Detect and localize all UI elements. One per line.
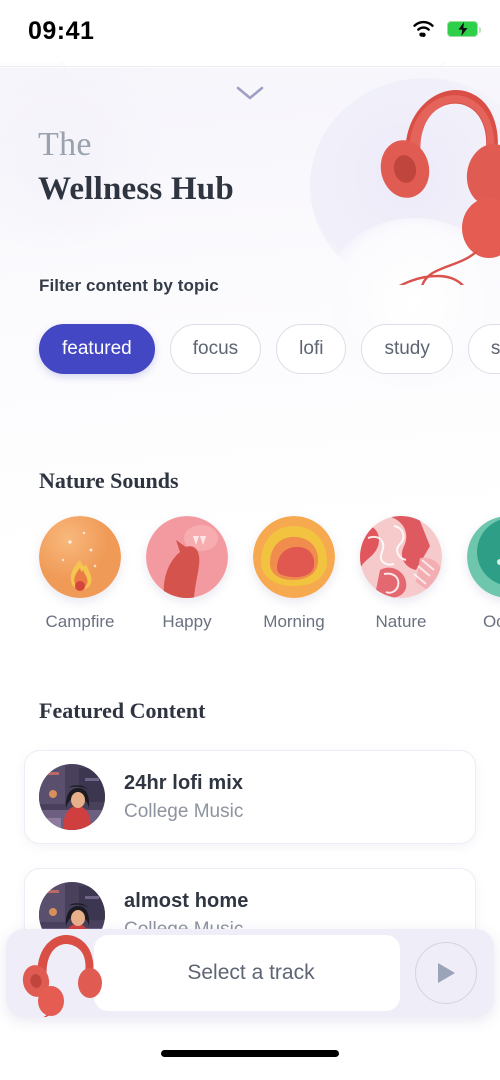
sound-item-morning[interactable]: Morning — [253, 516, 335, 666]
sound-item-ocean[interactable]: Ocean — [467, 516, 500, 666]
sound-item-campfire[interactable]: Campfire — [39, 516, 121, 666]
featured-content-title: Featured Content — [39, 698, 206, 723]
nature-sounds-title: Nature Sounds — [39, 468, 179, 493]
lofi-girl-thumbnail — [39, 764, 105, 830]
nature-sounds-list[interactable]: Campfire Happy Morning Nature O — [0, 516, 500, 666]
status-time: 09:41 — [28, 17, 95, 45]
sound-label: Campfire — [45, 612, 115, 631]
page-title: The Wellness Hub — [38, 126, 234, 211]
sound-label: Morning — [263, 612, 325, 631]
player-status-text: Select a track — [187, 961, 315, 984]
home-indicator — [161, 1050, 339, 1057]
leaves-thumbnail — [360, 516, 442, 598]
player-bar[interactable]: Select a track — [6, 929, 494, 1017]
filter-chip-featured[interactable]: featured — [39, 324, 155, 374]
status-bar: 09:41 — [0, 0, 500, 62]
filter-chip-focus[interactable]: focus — [169, 324, 262, 374]
filter-chip-stress[interactable]: stress — [467, 324, 500, 374]
play-button[interactable] — [415, 942, 477, 1004]
battery-charging-icon — [447, 21, 481, 37]
wifi-icon — [413, 20, 434, 37]
campfire-thumbnail — [39, 516, 121, 598]
sound-item-nature[interactable]: Nature — [360, 516, 442, 666]
featured-card-subtitle: College Music — [124, 800, 244, 822]
chevron-down-icon[interactable] — [230, 82, 270, 104]
header-divider — [0, 66, 500, 67]
sound-label: Ocean — [482, 612, 500, 631]
sound-label: Nature — [375, 612, 427, 631]
filter-chip-list[interactable]: featured focus lofi study stress — [0, 318, 500, 380]
ocean-thumbnail — [467, 516, 500, 598]
title-main: Wellness Hub — [38, 171, 234, 208]
sunrise-thumbnail — [253, 516, 335, 598]
play-icon — [438, 963, 455, 983]
filter-label: Filter content by topic — [39, 276, 219, 295]
sound-label: Happy — [162, 612, 212, 631]
featured-card-title: 24hr lofi mix — [124, 771, 244, 794]
headphones-illustration — [380, 89, 500, 285]
sound-item-happy[interactable]: Happy — [146, 516, 228, 666]
headphones-illustration — [22, 934, 102, 1017]
featured-card-meta: 24hr lofi mix College Music — [124, 772, 243, 823]
featured-card-title: almost home — [124, 889, 249, 912]
filter-chip-lofi[interactable]: lofi — [276, 324, 347, 374]
cat-thumbnail — [146, 516, 228, 598]
filter-chip-study[interactable]: study — [361, 324, 453, 374]
status-indicators — [411, 20, 481, 38]
featured-card[interactable]: 24hr lofi mix College Music — [24, 750, 476, 844]
title-prefix: The — [38, 126, 92, 163]
